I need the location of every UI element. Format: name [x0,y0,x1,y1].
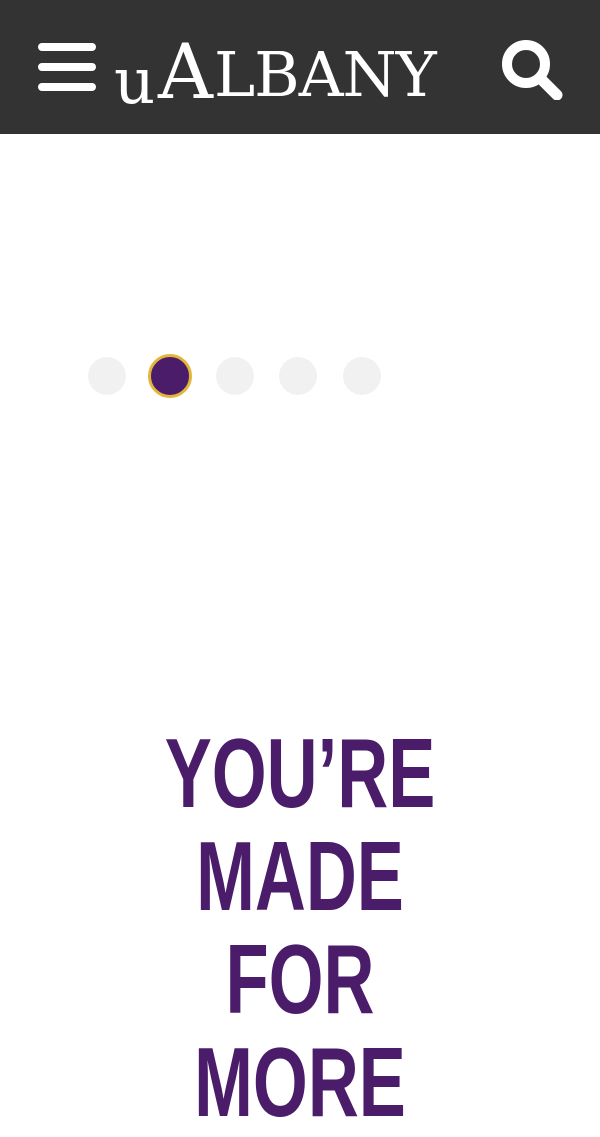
logo-letter-a: A [158,27,213,116]
carousel-dot-5[interactable] [343,357,381,395]
logo-letters-lbany: LBANY [214,38,437,111]
ualbany-logo[interactable]: u A LBANY [114,24,486,116]
logo-letter-u: u [114,45,156,119]
headline-line-3: FOR [225,924,375,1034]
carousel-dot-4[interactable] [279,357,317,395]
menu-bar-bottom [38,83,96,91]
hamburger-menu-icon[interactable] [38,41,98,93]
headline-line-4: MORE [194,1027,406,1137]
carousel-dot-3[interactable] [216,357,254,395]
headline-line-2: MADE [196,821,404,931]
menu-bar-middle [38,63,96,71]
carousel-dot-1[interactable] [88,357,126,395]
headline-line-1: YOU’RE [164,718,436,828]
carousel-dot-2-active[interactable] [148,354,192,398]
search-icon[interactable] [500,38,564,101]
menu-bar-top [38,43,96,51]
hero-headline: YOU’RE MADE FOR MORE [84,722,516,1134]
site-header: u A LBANY [0,0,600,134]
